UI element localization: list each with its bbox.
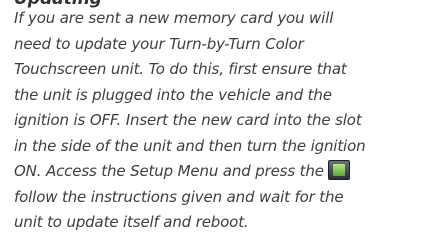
paragraph-line-2: need to update your Turn-by-Turn Color xyxy=(14,34,304,53)
paragraph-line-7: ON. Access the Setup Menu and press the xyxy=(14,159,412,185)
paragraph-line-8: follow the instructions given and wait f… xyxy=(14,187,344,206)
setup-menu-icon xyxy=(327,160,350,180)
paragraph-line-6: in the side of the unit and then turn th… xyxy=(14,136,366,155)
paragraph-line-1: If you are sent a new memory card you wi… xyxy=(14,9,334,27)
paragraph-line-4: the unit is plugged into the vehicle and… xyxy=(14,85,332,104)
instruction-paragraph: If you are sent a new memory card you wi… xyxy=(14,6,412,236)
paragraph-line-3: Touchscreen unit. To do this, first ensu… xyxy=(14,60,347,78)
paragraph-line-5: ignition is OFF. Insert the new card int… xyxy=(14,111,362,129)
document-page: Updating If you are sent a new memory ca… xyxy=(0,0,423,241)
paragraph-line-7-text: ON. Access the Setup Menu and press the xyxy=(14,162,324,180)
paragraph-line-9: unit to update itself and reboot. xyxy=(14,213,249,231)
